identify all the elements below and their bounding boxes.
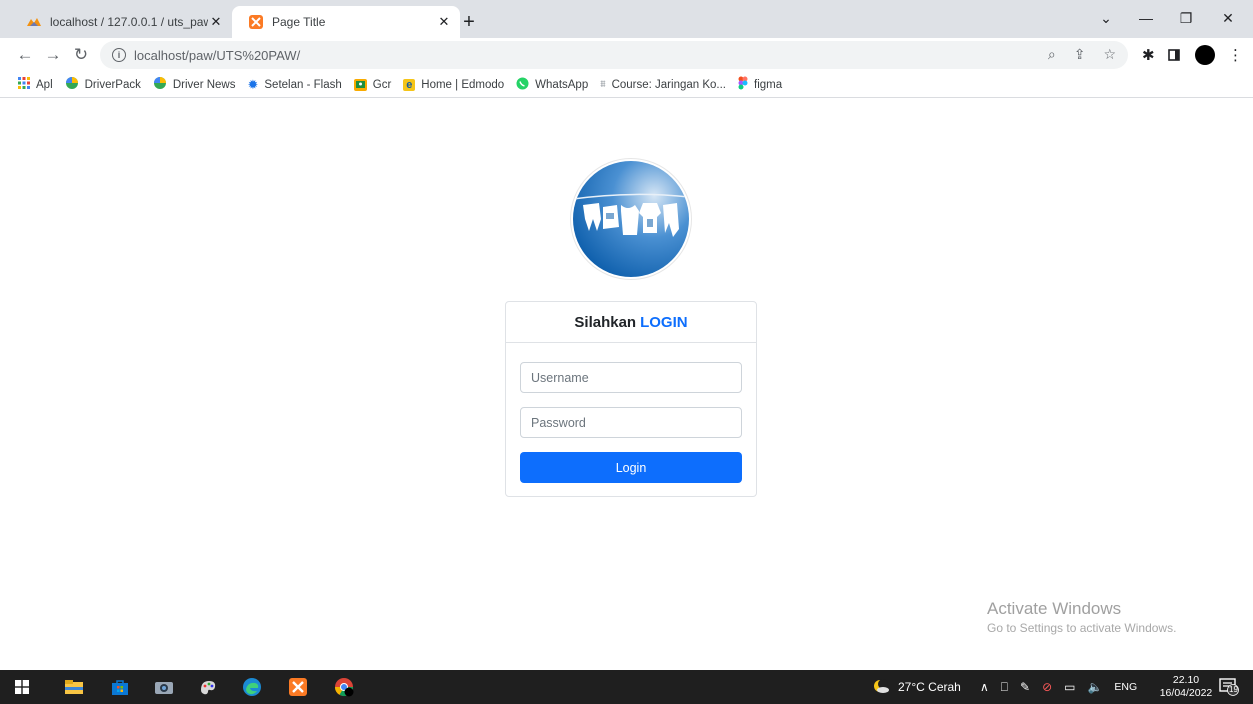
- bookmark-edmodo[interactable]: e Home | Edmodo: [403, 78, 505, 91]
- site-info-icon[interactable]: i: [112, 48, 126, 62]
- bookmark-star-icon[interactable]: ☆: [1103, 46, 1116, 63]
- login-form: Login: [506, 343, 756, 483]
- driverpack-icon: [153, 76, 167, 93]
- laundry-logo-image: [573, 161, 689, 277]
- browser-toolbar: ← → ↻ i localhost/paw/UTS%20PAW/ ⌕ ⇪ ☆ ✱…: [0, 38, 1253, 72]
- tab-title: localhost / 127.0.0.1 / uts_paw / t: [50, 15, 208, 29]
- xampp-icon: [248, 14, 264, 30]
- window-close-button[interactable]: ✕: [1208, 0, 1248, 36]
- bookmark-course[interactable]: ⩩ Course: Jaringan Ko...: [600, 79, 726, 91]
- bookmark-label: WhatsApp: [535, 78, 589, 91]
- extensions-icon[interactable]: ✱: [1142, 46, 1155, 64]
- store-icon[interactable]: [110, 677, 130, 697]
- tab-title: Page Title: [272, 15, 326, 29]
- menu-icon[interactable]: ⋮: [1228, 46, 1243, 64]
- close-icon[interactable]: ✕: [436, 14, 452, 30]
- edge-icon[interactable]: [242, 677, 262, 697]
- clock-date: 16/04/2022: [1159, 687, 1213, 699]
- classroom-icon: [353, 78, 367, 91]
- address-url: localhost/paw/UTS%20PAW/: [134, 47, 301, 63]
- xampp-icon[interactable]: [288, 677, 308, 697]
- bookmark-label: Gcr: [372, 78, 392, 91]
- bookmark-label: Setelan - Flash: [264, 78, 342, 91]
- close-icon[interactable]: ✕: [208, 14, 224, 30]
- battery-icon[interactable]: ▭: [1064, 680, 1075, 694]
- bookmark-whatsapp[interactable]: WhatsApp: [516, 77, 588, 93]
- login-button[interactable]: Login: [520, 452, 742, 483]
- bookmark-apl[interactable]: Apl: [18, 77, 53, 92]
- chevron-up-icon[interactable]: ∧: [980, 680, 989, 694]
- laundry-logo: [570, 158, 692, 280]
- bookmark-label: figma: [754, 78, 783, 91]
- weather-widget[interactable]: 27°C Cerah: [872, 670, 961, 704]
- network-warning-icon[interactable]: ⊘: [1042, 680, 1052, 694]
- login-card: Silahkan LOGIN Login: [505, 301, 757, 497]
- figma-icon: [738, 76, 748, 93]
- phpmyadmin-icon: [26, 14, 42, 30]
- system-tray: ∧ ⎕ ✎ ⊘ ▭ 🔈 ENG: [980, 670, 1137, 704]
- restore-button[interactable]: ❐: [1166, 0, 1206, 36]
- meet-now-icon[interactable]: ⎕: [1001, 680, 1008, 695]
- notification-center-icon[interactable]: 19: [1219, 678, 1239, 696]
- file-explorer-icon[interactable]: [64, 677, 84, 697]
- login-card-header: Silahkan LOGIN: [506, 302, 756, 343]
- bookmark-label: Home | Edmodo: [421, 78, 505, 91]
- windows-start-icon[interactable]: [12, 677, 32, 697]
- bookmark-label: DriverPack: [84, 78, 141, 91]
- paint-icon[interactable]: [198, 677, 218, 697]
- new-tab-button[interactable]: +: [456, 9, 482, 35]
- side-panel-icon[interactable]: [1168, 48, 1180, 65]
- chrome-icon[interactable]: [334, 677, 354, 697]
- watermark-title: Activate Windows: [987, 599, 1122, 618]
- system-clock[interactable]: 22.10 16/04/2022: [1158, 674, 1214, 700]
- clock-time: 22.10: [1172, 674, 1200, 686]
- share-icon[interactable]: ⇪: [1074, 46, 1086, 63]
- bookmark-figma[interactable]: figma: [738, 76, 782, 93]
- notification-count: 19: [1229, 685, 1238, 694]
- minimize-button[interactable]: —: [1126, 0, 1166, 36]
- bookmark-label: Course: Jaringan Ko...: [611, 78, 726, 91]
- driverpack-icon: [65, 76, 79, 93]
- activate-windows-watermark: Activate Windows Go to Settings to activ…: [987, 599, 1176, 635]
- profile-avatar[interactable]: [1194, 44, 1216, 70]
- login-title-accent: LOGIN: [640, 313, 688, 331]
- bookmark-driverpack[interactable]: DriverPack: [65, 76, 141, 93]
- windows-taskbar: 27°C Cerah ∧ ⎕ ✎ ⊘ ▭ 🔈 ENG 22.10 16/04/2…: [0, 670, 1253, 704]
- forward-button[interactable]: →: [40, 42, 66, 68]
- password-input[interactable]: [520, 407, 742, 438]
- gear-icon: ✹: [247, 76, 259, 92]
- language-indicator[interactable]: ENG: [1114, 681, 1137, 693]
- bookmark-label: Apl: [36, 78, 53, 91]
- bookmark-driver-news[interactable]: Driver News: [153, 76, 236, 93]
- address-bar[interactable]: i localhost/paw/UTS%20PAW/ ⌕ ⇪ ☆: [100, 41, 1128, 69]
- back-button[interactable]: ←: [12, 42, 38, 68]
- omnibox-actions: ⌕ ⇪ ☆: [1048, 46, 1116, 63]
- bookmark-label: Driver News: [172, 78, 236, 91]
- username-input[interactable]: [520, 362, 742, 393]
- pen-icon[interactable]: ✎: [1020, 680, 1030, 694]
- tab-page-title[interactable]: Page Title ✕: [232, 6, 460, 38]
- reload-button[interactable]: ↻: [68, 42, 94, 68]
- tab-search-icon[interactable]: ⌄: [1086, 0, 1126, 36]
- course-icon: ⩩: [600, 79, 606, 90]
- weather-text: 27°C Cerah: [898, 680, 961, 694]
- watermark-subtitle: Go to Settings to activate Windows.: [987, 621, 1177, 635]
- whatsapp-icon: [516, 77, 529, 93]
- zoom-icon[interactable]: ⌕: [1048, 46, 1056, 63]
- apps-grid-icon: [18, 77, 30, 92]
- tab-phpmyadmin[interactable]: localhost / 127.0.0.1 / uts_paw / t ✕: [10, 6, 232, 38]
- camera-icon[interactable]: [154, 677, 174, 697]
- volume-icon[interactable]: 🔈: [1087, 680, 1102, 694]
- bookmarks-bar: Apl DriverPack Driver News ✹ Setelan - F…: [0, 72, 1253, 98]
- login-title-prefix: Silahkan: [574, 313, 637, 331]
- browser-tab-strip: localhost / 127.0.0.1 / uts_paw / t ✕ Pa…: [0, 0, 1253, 38]
- edmodo-icon: e: [403, 78, 416, 91]
- weather-moon-icon: [872, 678, 890, 697]
- page-content: Silahkan LOGIN Login Activate Windows Go…: [0, 99, 1253, 670]
- bookmark-gcr[interactable]: Gcr: [353, 78, 392, 91]
- bookmark-setelan-flash[interactable]: ✹ Setelan - Flash: [247, 77, 341, 93]
